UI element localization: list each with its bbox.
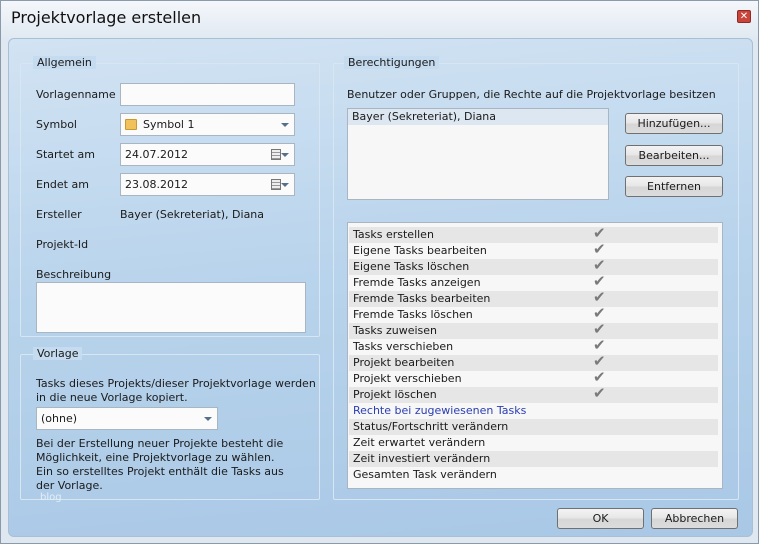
ersteller-value: Bayer (Sekreteriat), Diana [120,208,265,221]
rights-row[interactable]: Fremde Tasks anzeigen ✔ [349,273,718,291]
dialog-title: Projektvorlage erstellen [11,8,202,27]
right-label: Zeit erwartet verändern [353,436,486,449]
start-date-picker[interactable]: 24.07.2012 [120,143,295,166]
vorlage-info-text: Tasks dieses Projekts/dieser Projektvorl… [36,377,316,404]
beschreibung-label: Beschreibung [36,268,112,281]
vorlagenname-label: Vorlagenname [36,88,116,101]
projekt-id-label: Projekt-Id [36,238,89,251]
rights-row[interactable]: Fremde Tasks bearbeiten ✔ [349,289,718,307]
end-date-picker[interactable]: 23.08.2012 [120,173,295,196]
checkmark-icon[interactable]: ✔ [593,225,606,241]
rights-section-header: Rechte bei zugewiesenen Tasks [349,403,718,419]
right-label: Projekt verschieben [353,372,462,385]
calendar-icon[interactable] [271,149,281,160]
rights-row[interactable]: Eigene Tasks löschen ✔ [349,257,718,275]
right-label: Fremde Tasks löschen [353,308,473,321]
users-list[interactable]: Bayer (Sekreteriat), Diana [347,108,609,200]
right-label: Projekt bearbeiten [353,356,455,369]
symbol-label: Symbol [36,118,77,131]
vorlage-help-text: Bei der Erstellung neuer Projekte besteh… [36,437,284,492]
rights-row[interactable]: Eigene Tasks bearbeiten ✔ [349,241,718,259]
rights-row[interactable]: Fremde Tasks löschen ✔ [349,305,718,323]
checkmark-icon[interactable]: ✔ [593,353,606,369]
right-label: Eigene Tasks bearbeiten [353,244,487,257]
end-label: Endet am [36,178,89,191]
checkmark-icon[interactable]: ✔ [593,289,606,305]
watermark: blog [40,492,62,503]
checkmark-icon[interactable]: ✔ [593,273,606,289]
checkmark-icon[interactable]: ✔ [593,305,606,321]
close-icon[interactable]: ✕ [737,10,751,23]
right-label: Rechte bei zugewiesenen Tasks [353,404,527,417]
rights-row[interactable]: Tasks verschieben ✔ [349,337,718,355]
vorlagenname-input[interactable] [120,83,295,106]
checkmark-icon[interactable]: ✔ [593,257,606,273]
right-label: Tasks zuweisen [353,324,438,337]
vorlage-select[interactable]: (ohne) [36,407,218,430]
rights-row[interactable]: Zeit investiert verändern [349,451,718,467]
right-label: Status/Fortschritt verändern [353,420,509,433]
rights-row[interactable]: Tasks zuweisen ✔ [349,321,718,339]
calendar-icon[interactable] [271,179,281,190]
right-label: Zeit investiert verändern [353,452,491,465]
right-label: Eigene Tasks löschen [353,260,470,273]
start-date-value: 24.07.2012 [125,148,188,161]
vorlage-select-value: (ohne) [41,412,78,425]
ersteller-label: Ersteller [36,208,82,221]
edit-button[interactable]: Bearbeiten... [625,145,723,166]
beschreibung-textarea[interactable] [36,282,306,333]
users-label: Benutzer oder Gruppen, die Rechte auf di… [347,88,716,101]
group-legend: Allgemein [33,56,96,69]
list-item[interactable]: Bayer (Sekreteriat), Diana [348,109,608,125]
start-label: Startet am [36,148,95,161]
chevron-down-icon [204,417,212,421]
right-label: Tasks verschieben [353,340,454,353]
rights-row[interactable]: Gesamten Task verändern [349,467,718,483]
rights-row[interactable]: Projekt bearbeiten ✔ [349,353,718,371]
chevron-down-icon [281,123,289,127]
checkmark-icon[interactable]: ✔ [593,241,606,257]
add-button[interactable]: Hinzufügen... [625,113,723,134]
chevron-down-icon[interactable] [281,183,289,187]
symbol-select[interactable]: Symbol 1 [120,113,295,136]
rights-row[interactable]: Status/Fortschritt verändern [349,419,718,435]
rights-row[interactable]: Projekt verschieben ✔ [349,369,718,387]
cancel-button[interactable]: Abbrechen [651,508,738,529]
end-date-value: 23.08.2012 [125,178,188,191]
rights-list[interactable]: Tasks erstellen ✔ Eigene Tasks bearbeiten ✔… [347,222,723,489]
rights-row[interactable]: Tasks erstellen ✔ [349,225,718,243]
right-label: Projekt löschen [353,388,437,401]
checkmark-icon[interactable]: ✔ [593,369,606,385]
right-label: Fremde Tasks bearbeiten [353,292,491,305]
group-legend: Berechtigungen [344,56,440,69]
group-legend: Vorlage [33,347,83,360]
ok-button[interactable]: OK [557,508,644,529]
chevron-down-icon[interactable] [281,153,289,157]
folder-icon [125,119,137,130]
right-label: Gesamten Task verändern [353,468,497,481]
checkmark-icon[interactable]: ✔ [593,337,606,353]
checkmark-icon[interactable]: ✔ [593,321,606,337]
rights-row[interactable]: Projekt löschen ✔ [349,385,718,403]
symbol-value: Symbol 1 [143,118,195,131]
checkmark-icon[interactable]: ✔ [593,385,606,401]
remove-button[interactable]: Entfernen [625,176,723,197]
right-label: Fremde Tasks anzeigen [353,276,481,289]
rights-row[interactable]: Zeit erwartet verändern [349,435,718,451]
right-label: Tasks erstellen [353,228,434,241]
